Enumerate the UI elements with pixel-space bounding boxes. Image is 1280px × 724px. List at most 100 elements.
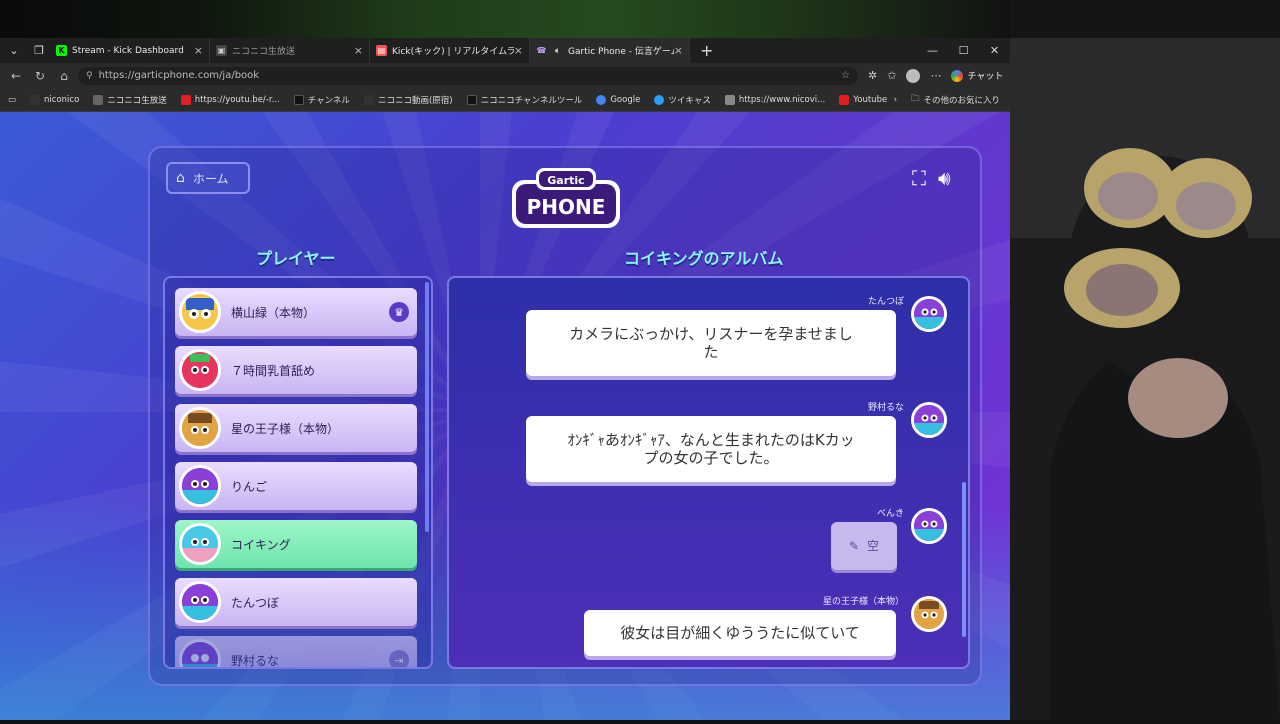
- tab-kick-ranking[interactable]: ▤ Kick(キック) | リアルタイムランキング ×: [370, 38, 530, 63]
- avatar: [911, 296, 947, 332]
- avatar: [179, 349, 221, 391]
- player-name: ７時間乳首舐め: [231, 363, 316, 378]
- profile-avatar[interactable]: [906, 68, 921, 83]
- bookmarks-bar: ▭ niconico ニコニコ生放送 https://youtu.be/-r..…: [0, 88, 1010, 112]
- reload-button[interactable]: ↻: [28, 69, 52, 83]
- bookmark-item[interactable]: https://www.nicovi...: [724, 94, 825, 105]
- avatar: [911, 508, 947, 544]
- tab-niconico[interactable]: ▣ ニコニコ生放送 ×: [210, 38, 370, 63]
- bookmark-item[interactable]: ニコニコチャンネルツール: [466, 94, 582, 106]
- album-author: 野村るな: [867, 403, 904, 413]
- player-name: コイキング: [231, 537, 291, 552]
- album-text-bubble: カメラにぶっかけ、リスナーを孕ませまし た: [526, 310, 896, 376]
- kick-icon: K: [56, 45, 67, 56]
- gartic-icon: ☎: [536, 46, 547, 55]
- avatar: [179, 639, 221, 667]
- close-icon[interactable]: ×: [194, 44, 203, 57]
- home-icon[interactable]: ⌂: [52, 69, 76, 83]
- bookmark-item[interactable]: ツイキャス: [654, 94, 711, 106]
- doc-icon: ▤: [376, 45, 387, 56]
- player-item-selected[interactable]: コイキング: [175, 520, 417, 568]
- players-heading: プレイヤー: [256, 249, 336, 268]
- album-text-bubble: 彼女は目が細くゆううたに似ていて: [584, 610, 896, 656]
- other-bookmarks[interactable]: 🗀︎ その他のお気に入り: [911, 93, 1000, 107]
- bookmark-item[interactable]: niconico: [30, 94, 79, 105]
- volume-icon[interactable]: 🔊︎: [938, 166, 951, 190]
- url-input[interactable]: ⚲ https://garticphone.com/ja/book ☆: [78, 66, 858, 85]
- players-panel: 横山緑（本物） ♛ ７時間乳首舐め 星の王子様（本物） りんご コイキング たん…: [163, 276, 433, 669]
- album-heading: コイキングのアルバム: [624, 249, 784, 268]
- avatar: [179, 291, 221, 333]
- extensions-icon[interactable]: ✲: [868, 69, 877, 82]
- minimize-button[interactable]: —: [917, 38, 948, 63]
- address-bar: ← ↻ ⌂ ⚲ https://garticphone.com/ja/book …: [0, 63, 1010, 88]
- player-name: りんご: [231, 479, 268, 494]
- player-item[interactable]: 横山緑（本物） ♛: [175, 288, 417, 336]
- bookmark-item[interactable]: https://youtu.be/-r...: [180, 94, 280, 105]
- tab-gartic-phone[interactable]: ☎ 🔈︎ Gartic Phone - 伝言ゲーム ×: [530, 38, 690, 63]
- background-top-strip: [0, 0, 1010, 38]
- exit-icon: ⇥: [389, 650, 409, 667]
- close-icon[interactable]: ×: [674, 44, 683, 57]
- avatar: [911, 402, 947, 438]
- more-icon[interactable]: ⋯: [930, 69, 941, 82]
- bookmark-item[interactable]: チャンネル: [293, 94, 350, 106]
- bookmark-item[interactable]: Youtube: [839, 94, 887, 105]
- favorites-icon[interactable]: ✩: [887, 69, 896, 82]
- album-text-bubble: ｵﾝｷﾞｬあｵﾝｷﾞｬｱ、なんと生まれたのはKカッ プの女の子でした。: [526, 416, 896, 482]
- star-icon[interactable]: ☆: [841, 70, 850, 81]
- reading-list-icon[interactable]: ▭: [8, 95, 16, 105]
- back-button[interactable]: ←: [4, 69, 28, 83]
- site-info-icon[interactable]: ⚲: [86, 71, 93, 81]
- new-tab-button[interactable]: +: [700, 41, 713, 60]
- player-item[interactable]: ７時間乳首舐め: [175, 346, 417, 394]
- tab-kick-dashboard[interactable]: K Stream - Kick Dashboard ×: [50, 38, 210, 63]
- avatar: [179, 465, 221, 507]
- maximize-button[interactable]: ☐: [948, 38, 979, 63]
- player-item[interactable]: りんご: [175, 462, 417, 510]
- player-name: 星の王子様（本物）: [231, 421, 340, 436]
- folder-icon: 🗀︎: [910, 93, 920, 104]
- chevron-right-icon[interactable]: ›: [894, 95, 897, 105]
- player-name: 横山緑（本物）: [231, 305, 316, 320]
- chat-button[interactable]: チャット: [951, 69, 1003, 82]
- avatar: [911, 596, 947, 632]
- webcam-feed: [1010, 38, 1280, 720]
- close-icon[interactable]: ×: [514, 44, 523, 57]
- gartic-phone-logo: Gartic PHONE: [508, 162, 624, 232]
- niconico-icon: ▣: [216, 45, 227, 56]
- workspaces-icon[interactable]: ❐: [28, 40, 50, 62]
- album-scrollbar[interactable]: [962, 482, 966, 637]
- album-author: べんき: [876, 509, 904, 519]
- player-name: たんつぼ: [231, 595, 280, 610]
- avatar: [179, 523, 221, 565]
- pencil-icon: ✎: [848, 539, 860, 553]
- top-icons: ⛶ 🔊︎: [912, 166, 951, 190]
- bookmark-item[interactable]: ニコニコ生放送: [93, 94, 167, 106]
- home-icon: ⌂: [176, 170, 185, 186]
- crown-icon: ♛: [389, 302, 409, 322]
- close-window-button[interactable]: ✕: [979, 38, 1010, 63]
- svg-text:PHONE: PHONE: [527, 195, 606, 219]
- album-empty-drawing: ✎ 空: [831, 522, 897, 570]
- player-name: 野村るな: [231, 653, 280, 668]
- album-author: たんつぼ: [867, 297, 904, 307]
- window-controls: — ☐ ✕: [917, 38, 1010, 63]
- player-item[interactable]: 野村るな ⇥: [175, 636, 417, 668]
- player-item[interactable]: たんつぼ: [175, 578, 417, 626]
- fullscreen-icon[interactable]: ⛶: [912, 166, 926, 190]
- speaker-icon[interactable]: 🔈︎: [552, 45, 563, 56]
- avatar: [179, 581, 221, 623]
- webcam-top: [1010, 0, 1280, 38]
- album-panel: たんつぼ カメラにぶっかけ、リスナーを孕ませまし た 野村るな ｵﾝｷﾞｬあｵﾝ…: [447, 276, 970, 669]
- close-icon[interactable]: ×: [354, 44, 363, 57]
- bookmark-item[interactable]: Google: [596, 94, 640, 105]
- svg-text:Gartic: Gartic: [547, 174, 584, 187]
- avatar: [179, 407, 221, 449]
- player-item[interactable]: 星の王子様（本物）: [175, 404, 417, 452]
- home-button[interactable]: ⌂ ホーム: [166, 162, 250, 194]
- tab-list-icon[interactable]: ⌄: [3, 40, 25, 62]
- album-author: 星の王子様（本物）: [822, 597, 904, 607]
- bookmark-item[interactable]: ニコニコ動画(原宿): [363, 94, 453, 106]
- players-scrollbar[interactable]: [425, 282, 429, 532]
